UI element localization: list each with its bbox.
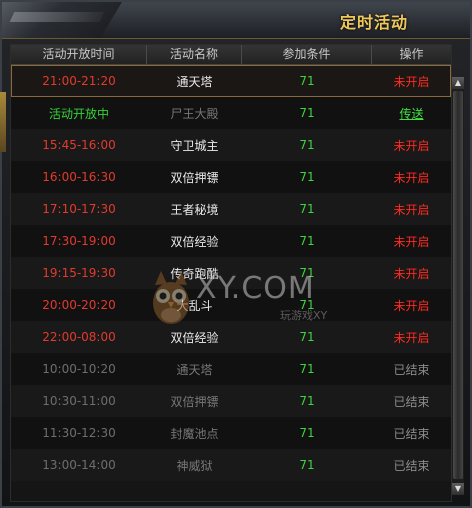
table-row[interactable]: 11:30-12:30 封魔池点 71 已结束	[11, 417, 451, 449]
activity-action-cell: 已结束	[372, 425, 451, 442]
activity-status: 未开启	[393, 234, 430, 249]
activity-level: 71	[299, 138, 315, 152]
activity-name: 双倍押镖	[170, 394, 219, 409]
activity-action-cell: 未开启	[372, 137, 451, 154]
activity-level: 71	[299, 106, 315, 120]
activity-level: 71	[299, 362, 315, 376]
activity-level: 71	[299, 266, 315, 280]
header-name: 活动名称	[147, 45, 242, 64]
table-row[interactable]: 活动开放中 尸王大殿 71 传送	[11, 97, 451, 129]
activity-status: 已结束	[393, 394, 430, 409]
activity-status: 未开启	[393, 74, 430, 89]
activity-level: 71	[299, 170, 315, 184]
activity-level: 71	[299, 394, 315, 408]
table-row[interactable]: 15:45-16:00 守卫城主 71 未开启	[11, 129, 451, 161]
activity-name: 王者秘境	[170, 202, 219, 217]
activity-time: 21:00-21:20	[42, 74, 116, 88]
activity-action-cell: 未开启	[372, 265, 451, 282]
window-title: 定时活动	[339, 13, 408, 32]
teleport-link[interactable]: 传送	[399, 107, 423, 121]
activity-level: 71	[299, 426, 315, 440]
activity-time: 10:00-10:20	[42, 362, 116, 376]
activity-name: 传奇跑酷	[170, 266, 219, 281]
activity-status: 已结束	[393, 458, 430, 473]
activity-status: 未开启	[393, 266, 430, 281]
activity-status: 已结束	[393, 426, 430, 441]
activity-status: 未开启	[393, 138, 430, 153]
activity-action-cell: 未开启	[372, 329, 451, 346]
activity-name: 神威狱	[176, 458, 213, 473]
title-ornament	[2, 2, 122, 38]
up-arrow-icon[interactable]: ▲	[452, 77, 464, 89]
header-time: 活动开放时间	[11, 45, 147, 64]
table-row[interactable]: 13:00-14:00 神威狱 71 已结束	[11, 449, 451, 481]
activity-action-cell: 未开启	[372, 297, 451, 314]
activity-level: 71	[299, 298, 315, 312]
table-row[interactable]: 17:10-17:30 王者秘境 71 未开启	[11, 193, 451, 225]
activity-name: 双倍押镖	[170, 170, 219, 185]
activity-time: 19:15-19:30	[42, 266, 116, 280]
activity-level: 71	[299, 74, 315, 88]
activity-action-cell: 未开启	[372, 169, 451, 186]
activity-level: 71	[299, 234, 315, 248]
activity-action-cell: 未开启	[372, 73, 451, 90]
table-row[interactable]: 16:00-16:30 双倍押镖 71 未开启	[11, 161, 451, 193]
activity-time: 17:30-19:00	[42, 234, 116, 248]
activity-time: 22:00-08:00	[42, 330, 116, 344]
activity-action-cell: 传送	[372, 105, 451, 122]
activity-level: 71	[299, 458, 315, 472]
activity-name: 封魔池点	[170, 426, 219, 441]
activity-action-cell: 未开启	[372, 201, 451, 218]
activity-action-cell: 未开启	[372, 233, 451, 250]
activity-status: 未开启	[393, 330, 430, 345]
activity-name: 尸王大殿	[170, 106, 219, 121]
table-row[interactable]: 20:00-20:20 大乱斗 71 未开启	[11, 289, 451, 321]
table-body: 21:00-21:20 通天塔 71 未开启 活动开放中 尸王大殿 71 传送 15:45-16…	[11, 65, 451, 481]
table-row[interactable]: 17:30-19:00 双倍经验 71 未开启	[11, 225, 451, 257]
table-row[interactable]: 22:00-08:00 双倍经验 71 未开启	[11, 321, 451, 353]
activity-action-cell: 已结束	[372, 361, 451, 378]
activity-time: 20:00-20:20	[42, 298, 116, 312]
table-row[interactable]: 19:15-19:30 传奇跑酷 71 未开启	[11, 257, 451, 289]
activity-time: 17:10-17:30	[42, 202, 116, 216]
table-row[interactable]: 10:30-11:00 双倍押镖 71 已结束	[11, 385, 451, 417]
activity-name: 通天塔	[176, 74, 213, 89]
activity-name: 双倍经验	[170, 330, 219, 345]
activity-time: 15:45-16:00	[42, 138, 116, 152]
header-level: 参加条件	[242, 45, 372, 64]
activity-time: 13:00-14:00	[42, 458, 116, 472]
activity-level: 71	[299, 330, 315, 344]
down-arrow-icon[interactable]: ▼	[452, 483, 464, 495]
activity-name: 通天塔	[176, 362, 213, 377]
activity-name: 大乱斗	[176, 298, 213, 313]
activity-status: 未开启	[393, 170, 430, 185]
vertical-scrollbar[interactable]: ▲ ▼	[451, 77, 464, 495]
activity-table: 活动开放时间 活动名称 参加条件 操作 21:00-21:20 通天塔 71 未开启活…	[10, 44, 452, 502]
table-row[interactable]: 10:00-10:20 通天塔 71 已结束	[11, 353, 451, 385]
scroll-thumb[interactable]	[453, 91, 463, 479]
activity-status: 已结束	[393, 362, 430, 377]
table-row[interactable]: 21:00-21:20 通天塔 71 未开启	[11, 65, 451, 97]
activity-time: 活动开放中	[48, 106, 109, 121]
table-header: 活动开放时间 活动名称 参加条件 操作	[11, 45, 451, 65]
activity-time: 16:00-16:30	[42, 170, 116, 184]
activity-time: 10:30-11:00	[42, 394, 116, 408]
activity-status: 未开启	[393, 298, 430, 313]
activity-level: 71	[299, 202, 315, 216]
activity-name: 守卫城主	[170, 138, 219, 153]
activity-action-cell: 已结束	[372, 457, 451, 474]
activity-status: 未开启	[393, 202, 430, 217]
window-titlebar[interactable]: 定时活动	[2, 2, 470, 39]
activity-name: 双倍经验	[170, 234, 219, 249]
activity-action-cell: 已结束	[372, 393, 451, 410]
side-ornament	[0, 92, 6, 152]
activity-time: 11:30-12:30	[42, 426, 116, 440]
header-action: 操作	[399, 47, 424, 61]
